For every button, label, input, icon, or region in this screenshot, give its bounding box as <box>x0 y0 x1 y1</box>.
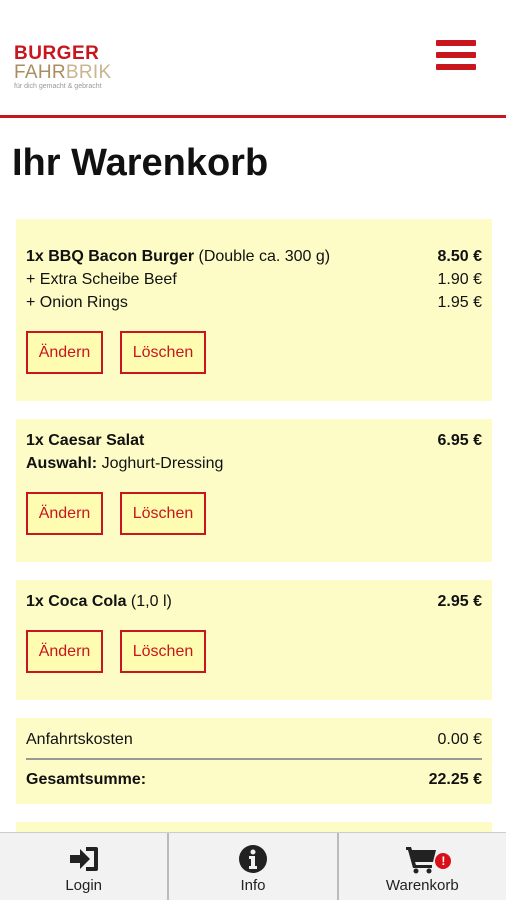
choice-value: Joghurt-Dressing <box>97 455 224 472</box>
app-header: BURGER FAHRBRIK für dich gemacht & gebra… <box>0 0 506 118</box>
logo-tagline: für dich gemacht & gebracht <box>14 83 102 90</box>
summary-divider <box>26 758 482 760</box>
cart-item: 1x Coca Cola (1,0 l) 2.95 € Ändern Lösch… <box>16 580 492 700</box>
tab-login[interactable]: Login <box>0 833 167 900</box>
bottom-tab-bar: Login Info ! Warenkorb <box>0 832 506 900</box>
item-name: 1x Coca Cola <box>26 593 127 610</box>
cart-item: 1x Caesar Salat 6.95 € Auswahl: Joghurt-… <box>16 419 492 562</box>
tab-label: Info <box>240 877 266 894</box>
tab-label: Login <box>65 877 103 894</box>
item-main-row: 1x BBQ Bacon Burger (Double ca. 300 g) 8… <box>26 245 482 268</box>
delete-button[interactable]: Löschen <box>120 630 206 673</box>
delete-button[interactable]: Löschen <box>120 331 206 374</box>
delivery-value: 0.00 € <box>437 731 482 748</box>
item-price: 6.95 € <box>437 432 482 449</box>
item-detail: (1,0 l) <box>126 593 172 610</box>
extra-label: + Extra Scheibe Beef <box>26 271 177 288</box>
cart-badge: ! <box>435 853 452 869</box>
menu-icon[interactable] <box>436 40 476 72</box>
cart-item: 1x BBQ Bacon Burger (Double ca. 300 g) 8… <box>16 219 492 401</box>
total-label: Gesamtsumme: <box>26 771 147 788</box>
extra-price: 1.95 € <box>437 294 482 311</box>
item-choice-row: Auswahl: Joghurt-Dressing <box>26 452 482 475</box>
logo-word-burger: BURGER <box>14 43 100 64</box>
info-icon <box>238 843 268 875</box>
logo-word-fahrbrik: FAHRBRIK <box>14 62 112 83</box>
item-name: 1x BBQ Bacon Burger <box>26 248 195 265</box>
item-price: 2.95 € <box>437 593 482 610</box>
edit-button[interactable]: Ändern <box>26 630 103 673</box>
delete-button[interactable]: Löschen <box>120 492 206 535</box>
item-name: 1x Caesar Salat <box>26 432 145 449</box>
brand-logo[interactable]: BURGER FAHRBRIK für dich gemacht & gebra… <box>14 44 111 91</box>
item-extra-row: + Extra Scheibe Beef 1.90 € <box>26 268 482 291</box>
total-row: Gesamtsumme: 22.25 € <box>26 768 482 791</box>
tab-cart[interactable]: ! Warenkorb <box>336 833 506 900</box>
edit-button[interactable]: Ändern <box>26 492 103 535</box>
item-price: 8.50 € <box>437 248 482 265</box>
delivery-row: Anfahrtskosten 0.00 € <box>26 728 482 751</box>
choice-label: Auswahl: <box>26 455 98 472</box>
login-icon <box>68 843 100 875</box>
tab-label: Warenkorb <box>385 877 459 894</box>
cart-summary: Anfahrtskosten 0.00 € Gesamtsumme: 22.25… <box>16 718 492 804</box>
edit-button[interactable]: Ändern <box>26 331 103 374</box>
item-detail: (Double ca. 300 g) <box>194 248 331 265</box>
extra-price: 1.90 € <box>437 271 482 288</box>
item-main-row: 1x Caesar Salat 6.95 € <box>26 429 482 452</box>
tab-info[interactable]: Info <box>167 833 336 900</box>
cart-icon: ! <box>405 843 452 875</box>
extra-label: + Onion Rings <box>26 294 128 311</box>
total-value: 22.25 € <box>428 771 482 788</box>
page-title: Ihr Warenkorb <box>12 142 269 184</box>
delivery-label: Anfahrtskosten <box>26 731 133 748</box>
item-extra-row: + Onion Rings 1.95 € <box>26 291 482 314</box>
item-main-row: 1x Coca Cola (1,0 l) 2.95 € <box>26 590 482 613</box>
